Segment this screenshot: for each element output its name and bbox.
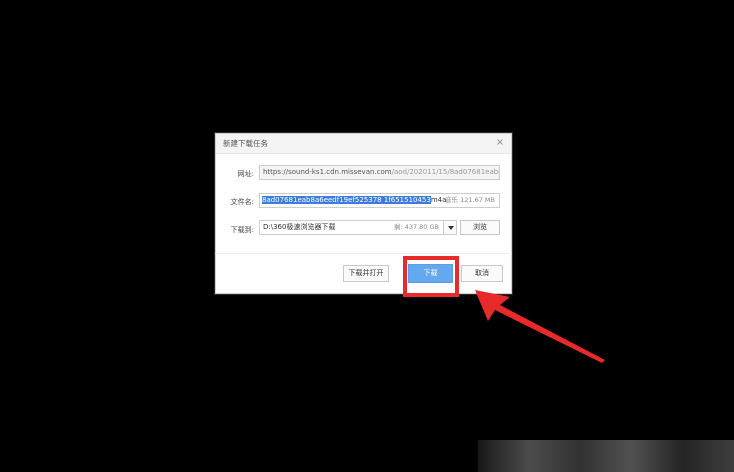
pointer-arrow-icon — [475, 290, 605, 363]
filename-label: 文件名: — [230, 198, 254, 206]
url-label: 网址: — [237, 170, 254, 178]
download-path-field[interactable]: D:\360极速浏览器下载 剩: 437.80 GB — [259, 220, 444, 235]
url-path: /aod/202011/15/8ad07681eab8al — [391, 168, 500, 176]
highlight-box — [403, 256, 459, 297]
download-to-label: 下载到: — [230, 226, 254, 234]
dialog-title: 新建下载任务 — [223, 139, 268, 148]
free-space: 剩: 437.80 GB — [393, 223, 439, 231]
cancel-button[interactable]: 取消 — [461, 265, 503, 282]
browse-button[interactable]: 浏览 — [460, 220, 500, 235]
url-host: https://sound-ks1.cdn.missevan.com — [263, 168, 392, 176]
path-dropdown-button[interactable] — [443, 220, 457, 235]
dialog-divider — [215, 253, 512, 254]
chevron-down-icon — [448, 226, 454, 230]
close-icon[interactable]: × — [494, 137, 506, 149]
filename-selected-text: 8ad07681eab8a6eedf19ef525378 1f651510453 — [262, 196, 431, 204]
filename-input[interactable]: 8ad07681eab8a6eedf19ef525378 1f651510453… — [259, 193, 500, 208]
url-field[interactable]: https://sound-ks1.cdn.missevan.com/aod/2… — [259, 165, 500, 180]
download-and-open-button[interactable]: 下载并打开 — [343, 265, 389, 282]
dialog-titlebar: 新建下载任务 × — [216, 134, 511, 154]
blurred-watermark — [478, 440, 734, 472]
filename-meta: 音乐 121.67 MB — [445, 196, 495, 204]
download-path-value: D:\360极速浏览器下载 — [263, 223, 336, 231]
